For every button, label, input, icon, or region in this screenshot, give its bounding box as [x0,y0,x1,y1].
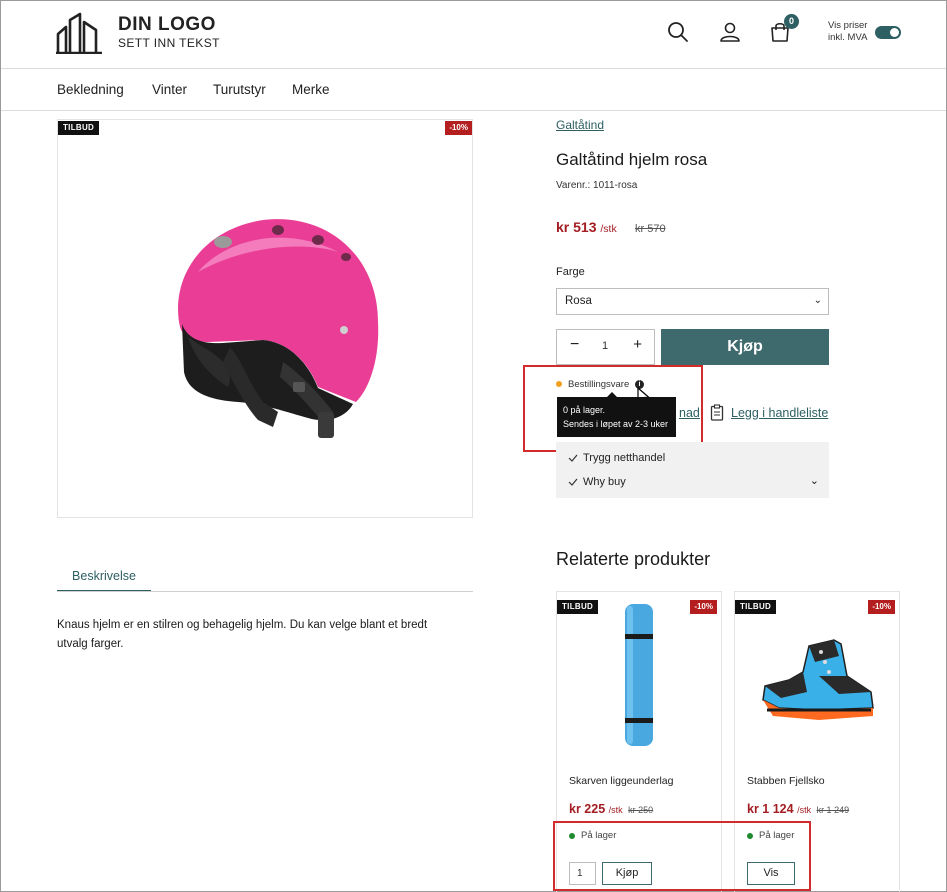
nav-item-vinter[interactable]: Vinter [152,82,187,97]
highlight-box-stock [523,365,703,452]
cart-count-badge: 0 [784,14,799,29]
highlight-box-related-stock [553,821,811,891]
price-old: kr 250 [628,805,654,815]
logo-title[interactable]: DIN LOGO [118,14,216,36]
user-icon[interactable] [719,21,741,43]
search-icon[interactable] [667,21,689,43]
product-sku: Varenr.: 1011-rosa [556,180,638,191]
nav-item-turutstyr[interactable]: Turutstyr [213,82,266,97]
wishlist-link[interactable]: Legg i handleliste [731,406,828,420]
discount-badge: -10% [868,600,895,614]
usp-item-why-buy[interactable]: Why buy [583,476,626,488]
plus-icon[interactable]: + [633,336,642,353]
check-icon [568,454,578,462]
quantity-stepper[interactable]: − 1 + [556,329,655,365]
discount-badge: -10% [445,121,472,135]
product-price: kr 513 /stk [556,219,617,235]
vat-label-line1: Vis priser [828,20,868,31]
sale-badge: TILBUD [557,600,599,614]
related-product-name[interactable]: Skarven liggeunderlag [569,775,674,787]
sale-badge: TILBUD [58,121,100,135]
product-title: Galtåtind hjelm rosa [556,150,708,169]
price-unit: /stk [797,805,812,815]
color-select-value: Rosa [565,295,592,307]
vat-label-line2: inkl. MVA [828,32,868,43]
buy-button[interactable]: Kjøp [661,329,829,365]
clipboard-icon[interactable] [710,404,724,421]
price-unit: /stk [608,805,623,815]
minus-icon[interactable]: − [570,336,579,354]
chevron-down-icon: ⌄ [813,295,822,306]
related-products-title: Relaterte produkter [556,549,711,569]
main-nav: Bekledning Vinter Turutstyr Merke [1,69,946,111]
sleeping-mat-image [625,604,653,746]
usp-box: Trygg netthandel Why buy ⌄ [556,442,829,498]
related-product-price: kr 225 /stk kr 250 [569,802,653,816]
hiking-boot-image [762,639,874,720]
logo-buildings-icon[interactable] [56,12,104,54]
usp-item-safe-shopping: Trygg netthandel [583,452,666,464]
site-header: DIN LOGO SETT INN TEKST 0 Vis priser ink… [1,1,946,69]
sale-badge: TILBUD [735,600,777,614]
discount-badge: -10% [690,600,717,614]
price-old: kr 1 249 [816,805,850,815]
color-label: Farge [556,266,585,278]
product-description: Knaus hjelm er en stilren og behagelig h… [57,619,428,650]
price-value: kr 225 [569,802,606,816]
nav-item-bekledning[interactable]: Bekledning [57,82,124,97]
tab-description[interactable]: Beskrivelse [57,567,151,592]
price-unit: /stk [600,223,617,235]
check-icon [568,478,578,486]
quantity-value[interactable]: 1 [602,340,608,352]
color-select[interactable]: Rosa ⌄ [556,288,829,315]
price-value: kr 1 124 [747,802,794,816]
vat-toggle[interactable] [875,26,901,39]
chevron-down-icon[interactable]: ⌄ [810,474,819,487]
related-product-name[interactable]: Stabben Fjellsko [747,775,825,787]
brand-link[interactable]: Galtåtind [556,118,604,132]
product-price-old: kr 570 [635,223,666,235]
related-product-price: kr 1 124 /stk kr 1 249 [747,802,849,816]
logo-subtitle: SETT INN TEKST [118,36,220,50]
nav-item-merke[interactable]: Merke [292,82,330,97]
tab-divider [57,591,473,592]
product-image-box[interactable]: TILBUD -10% [57,119,473,518]
helmet-image [178,219,379,438]
price-value: kr 513 [556,219,597,235]
vat-toggle-label: Vis priser inkl. MVA [828,20,867,44]
